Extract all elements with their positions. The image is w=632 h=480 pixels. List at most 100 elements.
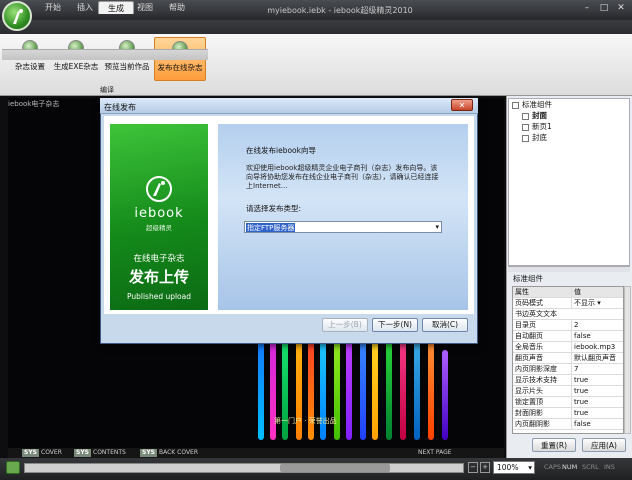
property-value[interactable]: iebook.mp3 bbox=[571, 342, 623, 353]
property-row[interactable]: 封面阴影 true bbox=[513, 408, 623, 419]
property-value[interactable]: 不显示 ▾ bbox=[571, 298, 623, 309]
horizontal-scrollbar[interactable] bbox=[24, 463, 464, 473]
tree-item-new-page[interactable]: 新页1 bbox=[522, 122, 552, 132]
property-key: 全局音乐 bbox=[515, 343, 543, 351]
tab-start[interactable]: 开始 bbox=[36, 1, 70, 14]
tree-item-label: 封底 bbox=[532, 133, 547, 142]
window-title: myiebook.iebk - iebook超级精灵2010 bbox=[267, 6, 413, 15]
property-value[interactable]: true bbox=[571, 397, 623, 408]
tree-item-label: 新页1 bbox=[532, 122, 552, 131]
property-row[interactable]: 锁定置顶 true bbox=[513, 397, 623, 408]
property-value[interactable]: true bbox=[571, 386, 623, 397]
banner-line-2: 发布上传 bbox=[128, 268, 189, 286]
app-logo-icon bbox=[13, 9, 23, 24]
tab-insert[interactable]: 插入 bbox=[68, 1, 102, 14]
tree-item-cover[interactable]: 封面 bbox=[522, 111, 547, 121]
panel-splitter[interactable] bbox=[508, 266, 630, 272]
property-grid: 属性 值 页码模式 不显示 ▾ 书边英文文本 目录页 2 自动翻页 false 全局音乐… bbox=[512, 286, 624, 434]
chevron-down-icon[interactable]: ▾ bbox=[597, 299, 601, 307]
back-button[interactable]: 上一步(B) bbox=[322, 318, 368, 332]
iebook-logo-icon bbox=[146, 176, 172, 202]
cancel-button[interactable]: 取消(C) bbox=[422, 318, 468, 332]
tab-help[interactable]: 帮助 bbox=[160, 1, 194, 14]
property-row[interactable]: 内页翻阴影 false bbox=[513, 419, 623, 430]
banner-brand: iebook bbox=[134, 206, 184, 221]
reset-button[interactable]: 重置(R) bbox=[532, 438, 576, 452]
property-row[interactable]: 显示片头 true bbox=[513, 386, 623, 397]
close-button[interactable]: ✕ bbox=[614, 3, 628, 15]
property-key: 显示技术支持 bbox=[515, 376, 557, 384]
menu-tab-row bbox=[0, 20, 632, 34]
property-key: 翻页声音 bbox=[515, 354, 543, 362]
maximize-button[interactable]: □ bbox=[597, 3, 611, 15]
light-ray bbox=[442, 350, 448, 440]
status-menu-icon[interactable] bbox=[6, 461, 20, 474]
tree-toggle-icon[interactable] bbox=[512, 101, 519, 109]
property-value[interactable]: true bbox=[571, 408, 623, 419]
chevron-down-icon[interactable]: ▾ bbox=[528, 462, 532, 474]
nav-label: NEXT PAGE bbox=[418, 449, 452, 456]
publish-type-select[interactable]: 指定FTP服务器 ▾ bbox=[244, 221, 442, 233]
publish-type-label: 请选择发布类型: bbox=[246, 204, 302, 213]
property-key: 目录页 bbox=[515, 321, 536, 329]
dialog-close-button[interactable]: ✕ bbox=[451, 99, 473, 111]
property-row[interactable]: 目录页 2 bbox=[513, 320, 623, 331]
nav-key: SYS bbox=[74, 449, 91, 457]
property-row[interactable]: 显示技术支持 true bbox=[513, 375, 623, 386]
insert-indicator: INS bbox=[604, 463, 615, 471]
property-header-key: 属性 bbox=[515, 288, 529, 296]
props-panel-title: 标准组件 bbox=[513, 274, 543, 283]
property-header: 属性 值 bbox=[513, 287, 623, 298]
ribbon-button-label: 杂志设置 bbox=[15, 62, 45, 71]
banner-line-3: Published upload bbox=[126, 292, 192, 301]
nav-key: SYS bbox=[140, 449, 157, 457]
property-row[interactable]: 全局音乐 iebook.mp3 bbox=[513, 342, 623, 353]
zoom-select[interactable]: 100% ▾ bbox=[493, 461, 535, 474]
nav-label: COVER bbox=[41, 449, 62, 456]
property-key: 显示片头 bbox=[515, 387, 543, 395]
zoom-in-icon[interactable]: + bbox=[480, 462, 490, 473]
dialog-title: 在线发布 bbox=[104, 103, 136, 112]
num-indicator: NUM bbox=[562, 463, 578, 471]
dialog-title-bar[interactable] bbox=[100, 98, 478, 114]
ribbon-group-label: 编译 bbox=[100, 86, 114, 94]
property-key: 锁定置顶 bbox=[515, 398, 543, 406]
property-row[interactable]: 翻页声音 默认翻页声音 bbox=[513, 353, 623, 364]
property-value[interactable]: 默认翻页声音 bbox=[571, 353, 623, 364]
tab-view[interactable]: 视图 bbox=[128, 1, 162, 14]
property-key: 内页翻阴影 bbox=[515, 420, 550, 428]
app-menu-button[interactable] bbox=[2, 1, 32, 31]
apply-button[interactable]: 应用(A) bbox=[582, 438, 626, 452]
nav-next-page[interactable]: NEXT PAGE bbox=[418, 449, 452, 457]
nav-cover[interactable]: SYS COVER bbox=[22, 449, 62, 457]
publish-type-value: 指定FTP服务器 bbox=[246, 223, 296, 232]
page-icon bbox=[522, 134, 529, 142]
page-icon bbox=[522, 123, 529, 131]
property-value[interactable]: 7 bbox=[571, 364, 623, 375]
property-row[interactable]: 内页阴影深度 7 bbox=[513, 364, 623, 375]
ribbon-button-label: 生成EXE杂志 bbox=[53, 62, 99, 71]
next-button[interactable]: 下一步(N) bbox=[372, 318, 418, 332]
property-value[interactable]: false bbox=[571, 419, 623, 430]
canvas-caption: 第一门户 · 荣誉出品 bbox=[274, 417, 337, 425]
property-value[interactable]: false bbox=[571, 331, 623, 342]
zoom-out-icon[interactable]: − bbox=[468, 462, 478, 473]
property-value[interactable]: 2 bbox=[571, 320, 623, 331]
property-grid-scrollbar[interactable] bbox=[624, 286, 631, 434]
property-row[interactable]: 页码模式 不显示 ▾ bbox=[513, 298, 623, 309]
canvas-tab-label: iebook电子杂志 bbox=[8, 100, 60, 108]
property-row[interactable]: 书边英文文本 bbox=[513, 309, 623, 320]
property-key: 内页阴影深度 bbox=[515, 365, 557, 373]
nav-contents[interactable]: SYS CONTENTS bbox=[74, 449, 126, 457]
tree-item-label: 标准组件 bbox=[522, 100, 552, 109]
chevron-down-icon[interactable]: ▾ bbox=[435, 222, 439, 232]
nav-back-cover[interactable]: SYS BACK COVER bbox=[140, 449, 198, 457]
zoom-value: 100% bbox=[497, 463, 519, 472]
property-value[interactable]: true bbox=[571, 375, 623, 386]
tree-item-back-cover[interactable]: 封底 bbox=[522, 133, 547, 143]
property-row[interactable]: 自动翻页 false bbox=[513, 331, 623, 342]
banner-subtitle: 超级精灵 bbox=[146, 224, 172, 232]
scrollbar-thumb[interactable] bbox=[280, 464, 390, 472]
minimize-button[interactable]: – bbox=[580, 3, 594, 15]
tree-item-components[interactable]: 标准组件 bbox=[512, 100, 552, 110]
